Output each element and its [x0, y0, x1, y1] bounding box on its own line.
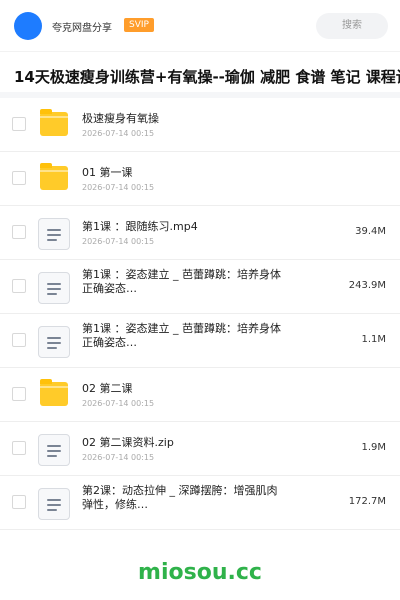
item-name: 第1课 ：姿态建立 _ 芭蕾蹲跳：培养身体正确姿态…	[82, 268, 281, 295]
item-size: 243.9M	[348, 280, 386, 291]
folder-icon	[38, 109, 68, 140]
share-label: 夸克网盘分享	[52, 23, 112, 34]
list-item[interactable]: 极速瘦身有氧操 2026-07-14 00:15	[0, 98, 400, 152]
list-item[interactable]: 02 第二课 2026-07-14 00:15	[0, 368, 400, 422]
title-bar: 14天极速瘦身训练营+有氧操--瑜伽 减肥 食谱 笔记 课程计划	[0, 52, 400, 98]
select-checkbox[interactable]	[12, 441, 26, 455]
top-bar: 夸克网盘分享 SVIP 搜索	[0, 0, 400, 52]
select-checkbox[interactable]	[12, 225, 26, 239]
list-item[interactable]: 第1课 ：跟随练习.mp4 2026-07-14 00:15 39.4M	[0, 206, 400, 260]
item-name: 02 第二课资料.zip	[82, 436, 174, 449]
item-name: 第1课 ：跟随练习.mp4	[82, 220, 198, 233]
folder-icon	[38, 379, 68, 410]
select-checkbox[interactable]	[12, 387, 26, 401]
avatar[interactable]	[14, 12, 42, 40]
file-icon	[38, 326, 70, 358]
select-checkbox[interactable]	[12, 333, 26, 347]
item-date: 2026-07-14 00:15	[82, 183, 155, 192]
item-date: 2026-07-14 00:15	[82, 399, 155, 408]
file-list: 极速瘦身有氧操 2026-07-14 00:15 01 第一课 2026-07-…	[0, 98, 400, 530]
list-item[interactable]: 第2课：动态拉伸 _ 深蹲摆胯：增强肌肉弹性，修练… 172.7M	[0, 476, 400, 530]
svip-badge: SVIP	[124, 18, 154, 32]
item-size: 39.4M	[355, 226, 386, 237]
item-date: 2026-07-14 00:15	[82, 237, 155, 246]
select-checkbox[interactable]	[12, 117, 26, 131]
file-icon	[38, 218, 70, 250]
item-size: 1.9M	[361, 442, 386, 453]
folder-icon	[38, 163, 68, 194]
item-size: 172.7M	[348, 496, 386, 507]
select-checkbox[interactable]	[12, 171, 26, 185]
file-icon	[38, 488, 70, 520]
item-name: 02 第二课	[82, 382, 133, 395]
search-button[interactable]: 搜索	[316, 13, 388, 39]
watermark: miosou.cc	[138, 560, 262, 585]
item-size: 1.1M	[361, 334, 386, 345]
list-item[interactable]: 02 第二课资料.zip 2026-07-14 00:15 1.9M	[0, 422, 400, 476]
item-date: 2026-07-14 00:15	[82, 129, 155, 138]
item-date: 2026-07-14 00:15	[82, 453, 155, 462]
page-title: 14天极速瘦身训练营+有氧操--瑜伽 减肥 食谱 笔记 课程计划	[14, 68, 400, 86]
file-icon	[38, 272, 70, 304]
select-checkbox[interactable]	[12, 495, 26, 509]
list-item[interactable]: 第1课 ：姿态建立 _ 芭蕾蹲跳：培养身体正确姿态… 243.9M	[0, 260, 400, 314]
item-name: 极速瘦身有氧操	[82, 112, 159, 125]
list-item[interactable]: 第1课 ：姿态建立 _ 芭蕾蹲跳：培养身体正确姿态… 1.1M	[0, 314, 400, 368]
item-name: 第2课：动态拉伸 _ 深蹲摆胯：增强肌肉弹性，修练…	[82, 484, 278, 511]
list-item[interactable]: 01 第一课 2026-07-14 00:15	[0, 152, 400, 206]
file-icon	[38, 434, 70, 466]
item-name: 01 第一课	[82, 166, 133, 179]
item-name: 第1课 ：姿态建立 _ 芭蕾蹲跳：培养身体正确姿态…	[82, 322, 281, 349]
select-checkbox[interactable]	[12, 279, 26, 293]
